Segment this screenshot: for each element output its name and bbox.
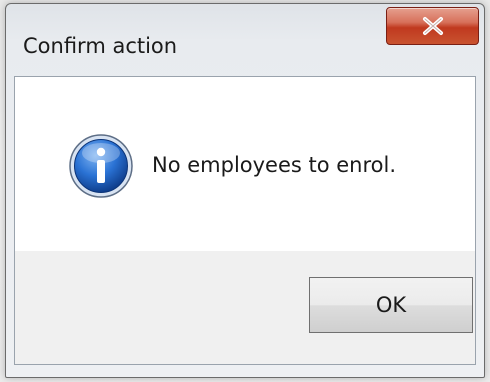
dialog-body: No employees to enrol. OK (14, 76, 476, 365)
dialog-window: Confirm action No employees to enrol. OK (5, 3, 485, 378)
message-text: No employees to enrol. (152, 153, 397, 177)
message-area: No employees to enrol. (15, 77, 475, 251)
information-icon (69, 134, 133, 198)
ok-button[interactable]: OK (309, 277, 473, 333)
title-bar[interactable]: Confirm action (6, 4, 484, 74)
dialog-title: Confirm action (23, 34, 178, 58)
close-button[interactable] (386, 7, 479, 45)
close-icon (423, 17, 443, 35)
